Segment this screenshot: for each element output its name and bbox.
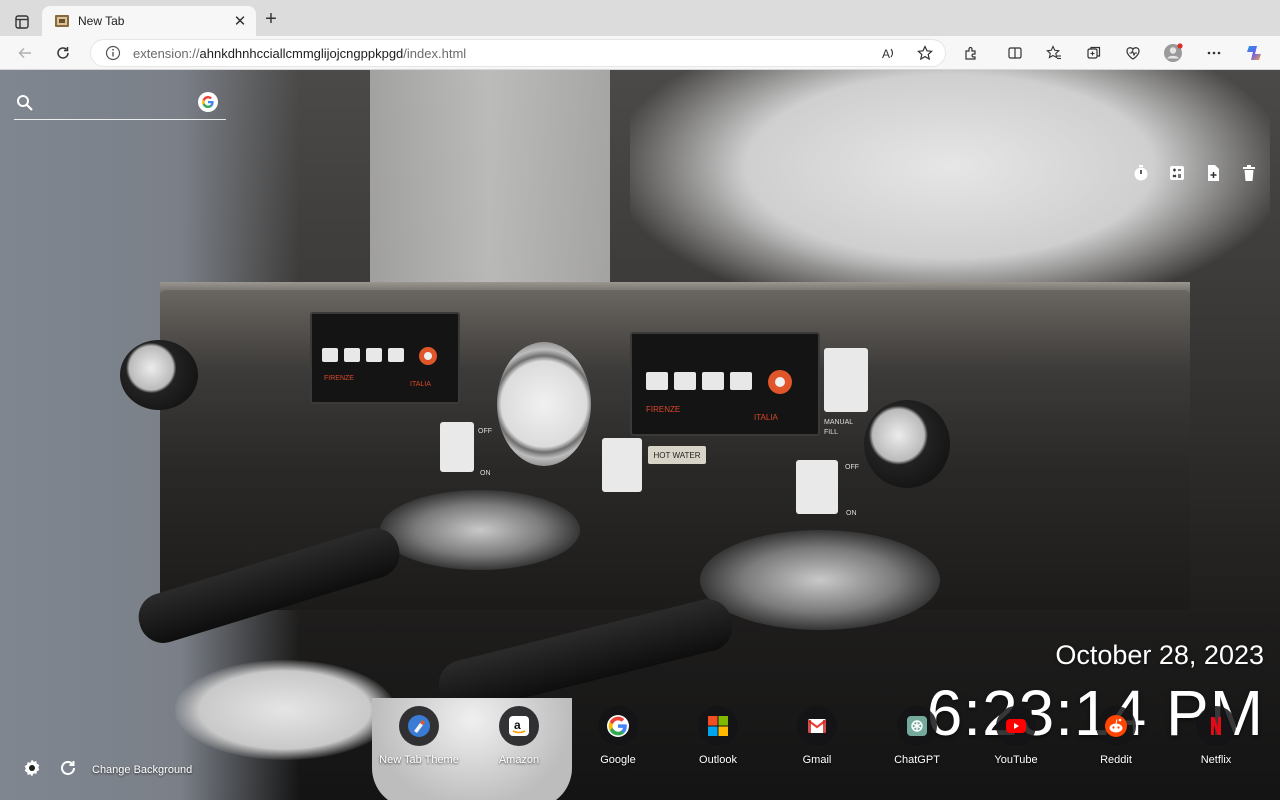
trash-icon[interactable] (1238, 162, 1260, 184)
chatgpt-icon (897, 706, 937, 746)
outlook-icon (698, 706, 738, 746)
google-icon (598, 706, 638, 746)
shortcut-reddit[interactable]: Reddit (1066, 706, 1166, 776)
search-input[interactable] (42, 90, 202, 114)
switch-off-label-2: OFF (845, 464, 859, 471)
url-path: /index.html (403, 45, 467, 61)
site-info-icon[interactable] (105, 45, 121, 61)
group-head-right (700, 530, 940, 630)
read-aloud-icon[interactable]: A (879, 43, 899, 63)
hot-water-label: HOT WATER (648, 446, 706, 464)
reload-icon[interactable] (52, 42, 74, 64)
calculator-icon[interactable] (1166, 162, 1188, 184)
profile-avatar[interactable] (1162, 42, 1184, 64)
shortcut-label: New Tab Theme (379, 754, 459, 766)
refresh-background-icon[interactable] (58, 758, 78, 778)
shortcut-youtube[interactable]: YouTube (966, 706, 1066, 776)
shortcut-outlook[interactable]: Outlook (668, 706, 768, 776)
collections-icon[interactable] (1083, 42, 1105, 64)
gmail-icon (797, 706, 837, 746)
new-note-icon[interactable] (1202, 162, 1224, 184)
timer-icon[interactable] (1130, 162, 1152, 184)
shortcut-label: ChatGPT (894, 754, 940, 766)
shortcut-label: Netflix (1200, 754, 1232, 766)
switch-on-label: ON (480, 470, 491, 477)
pressure-gauge (497, 342, 591, 466)
url-text: extension://ahnkdhnhcciallcmmglijojcngpp… (133, 46, 466, 61)
address-bar[interactable]: extension://ahnkdhnhcciallcmmglijojcngpp… (90, 39, 946, 67)
panel-right-italia: ITALIA (754, 413, 779, 422)
shortcut-chatgpt[interactable]: ChatGPT (867, 706, 967, 776)
shortcut-label: Google (600, 754, 636, 766)
background-cups (630, 70, 1270, 310)
shortcut-netflix[interactable]: Netflix (1166, 706, 1266, 776)
tab-title: New Tab (78, 14, 125, 28)
tab-strip: New Tab ✕ + (0, 0, 1280, 36)
shortcut-label: YouTube (994, 754, 1038, 766)
panel-left-italia: ITALIA (410, 381, 431, 388)
background-saucers (175, 660, 395, 760)
manual-fill-label: MANUAL FILL (824, 419, 853, 436)
split-screen-icon[interactable] (1004, 42, 1026, 64)
close-tab-icon[interactable]: ✕ (232, 13, 248, 30)
search-icon[interactable] (16, 94, 34, 112)
machine-panel-left: FIRENZE ITALIA (310, 312, 460, 404)
group-head-left (380, 490, 580, 570)
netflix-icon (1196, 706, 1236, 746)
browser-essentials-icon[interactable] (1122, 42, 1144, 64)
shortcut-label: Gmail (802, 754, 832, 766)
switch-top-right (824, 348, 868, 412)
new-tab-page: FIRENZE ITALIA FIRENZE ITALIA HOT WATER … (0, 70, 1280, 800)
copilot-icon[interactable] (1244, 42, 1266, 64)
newtab-theme-favicon (54, 13, 70, 29)
shortcut-label: Amazon (498, 754, 540, 766)
youtube-icon (996, 706, 1036, 746)
panel-left-firenze: FIRENZE (324, 375, 354, 382)
favorites-icon[interactable] (1043, 42, 1065, 64)
shortcut-label: Reddit (1100, 754, 1132, 766)
svg-text:A: A (882, 47, 890, 61)
active-tab[interactable]: New Tab ✕ (42, 6, 256, 36)
back-icon[interactable] (14, 42, 36, 64)
settings-icon[interactable] (22, 758, 42, 778)
shortcut-google[interactable]: Google (568, 706, 668, 776)
svg-text:a: a (514, 718, 521, 732)
new-tab-theme-icon (399, 706, 439, 746)
steam-knob-left (120, 340, 198, 410)
shortcut-gmail[interactable]: Gmail (767, 706, 867, 776)
reddit-icon (1096, 706, 1136, 746)
shortcut-amazon[interactable]: a Amazon (469, 706, 569, 776)
url-host: ahnkdhnhcciallcmmglijojcngppkpgd (199, 45, 404, 61)
background-cup-stack (370, 70, 610, 290)
date-display: October 28, 2023 (1055, 640, 1264, 670)
search-bar (14, 86, 226, 120)
panel-right-firenze: FIRENZE (646, 405, 680, 414)
favorite-star-icon[interactable] (915, 43, 935, 63)
shortcut-label: Outlook (699, 754, 737, 766)
switch-off-label: OFF (478, 428, 492, 435)
browser-toolbar: extension://ahnkdhnhcciallcmmglijojcngpp… (0, 36, 1280, 70)
more-icon[interactable] (1203, 42, 1225, 64)
url-scheme: extension:// (133, 45, 200, 61)
switch-right (796, 460, 838, 514)
change-background-button[interactable]: Change Background (92, 764, 192, 776)
switch-middle (602, 438, 642, 492)
tab-actions-icon[interactable] (8, 8, 36, 36)
new-tab-button[interactable]: + (262, 9, 280, 29)
shortcut-new-tab-theme[interactable]: New Tab Theme (369, 706, 469, 776)
switch-left (440, 422, 474, 472)
extensions-icon[interactable] (960, 42, 982, 64)
machine-panel-right: FIRENZE ITALIA (630, 332, 820, 436)
steam-knob-right (864, 400, 950, 488)
amazon-icon: a (499, 706, 539, 746)
switch-on-label-2: ON (846, 510, 857, 517)
google-icon[interactable] (198, 92, 218, 112)
